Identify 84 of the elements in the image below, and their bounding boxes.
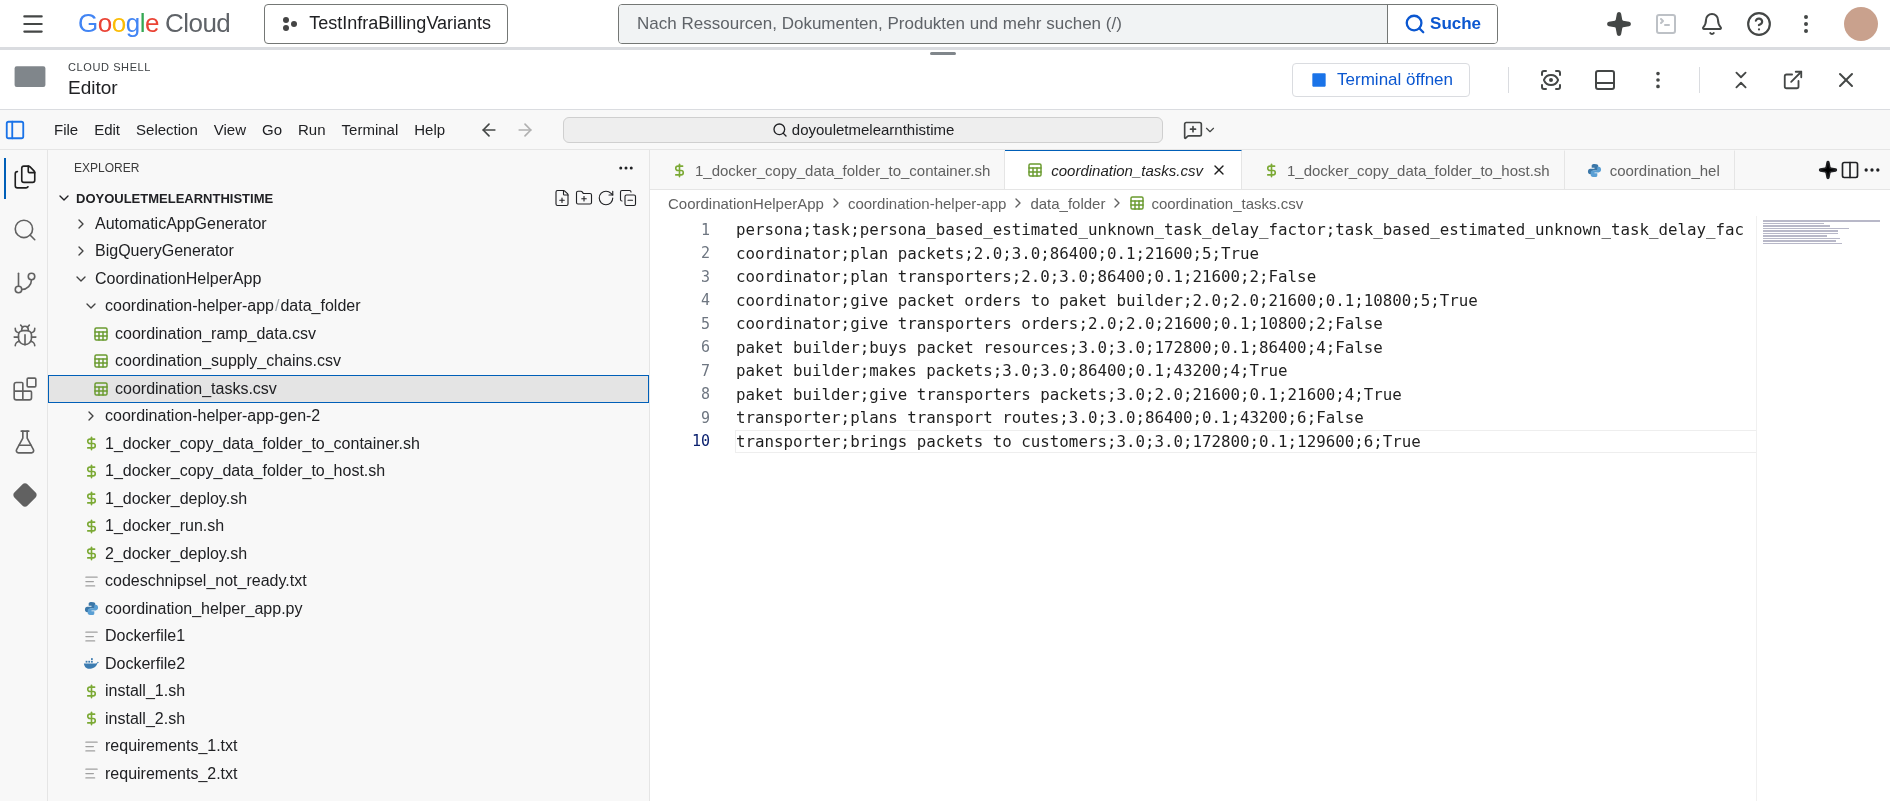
logo: Google Cloud [78,8,231,39]
breadcrumb-item[interactable]: data_folder [1030,194,1106,212]
folder-tree-item[interactable]: AutomaticAppGenerator [48,210,649,238]
code-line: paket builder;buys packet resources;3.0;3.0;172800;0.1;86400;4;False [735,336,1384,359]
breadcrumb-item[interactable]: coordination-helper-app [847,194,1007,212]
menu-item[interactable]: Run [292,117,332,142]
split-icon[interactable] [1840,159,1860,180]
table-icon [1027,162,1044,178]
editor-title: Editor [68,76,119,99]
code-line: paket builder;give transporters packets;3.0;2.0;21600;0.1;21600;4;True [735,383,1403,406]
table-icon [93,353,109,370]
folder-tree-item[interactable]: BigQueryGenerator [48,237,649,265]
lines-icon [83,738,99,754]
tree-item[interactable]: 1_docker_deploy.sh [48,485,649,513]
menu-item[interactable]: File [48,117,85,142]
refresh-icon[interactable] [597,189,615,207]
new-folder-icon[interactable] [575,189,593,207]
lines-icon [83,628,99,644]
tree-item[interactable]: 1_docker_run.sh [48,512,649,540]
command-center[interactable]: doyouletmelearnthistime [563,116,1164,143]
python-icon [1586,162,1602,178]
tree-item[interactable]: codeschnipsel_not_ready.txt [48,567,649,595]
whale-icon [83,656,99,672]
tree-item[interactable]: requirements_2.txt [48,760,649,788]
line-number: 9 [699,408,710,427]
line-number: 3 [699,267,710,286]
menu-item[interactable]: Terminal [335,117,405,142]
code-line: paket builder;makes packets;3.0;3.0;86400;0.1;43200;4;True [735,360,1289,383]
tree-item[interactable]: Dockerfile1 [48,622,649,650]
code-line: coordinator;give packet orders to paket builder;2.0;2.0;21600;0.1;10800;5;True [735,289,1479,312]
menu-item[interactable]: Go [256,117,288,142]
tree-item[interactable]: coordination_helper_app.py [48,595,649,623]
tree-item[interactable]: coordination_ramp_data.csv [48,320,649,348]
breadcrumb-item[interactable]: CoordinationHelperApp [668,194,824,212]
lines-icon [83,766,99,782]
sparkle-icon[interactable] [1818,159,1838,180]
project-picker[interactable]: TestInfraBillingVariants [264,3,509,44]
code-line: coordinator;plan packets;2.0;3.0;86400;0.1;21600;5;True [735,242,1261,265]
section-label: CLOUD SHELL [68,60,151,73]
table-icon [93,325,109,342]
folder-tree-item[interactable]: coordination-helper-app/data_folder [48,292,649,320]
line-number: 8 [699,385,710,404]
tree-item[interactable]: Dockerfile2 [48,650,649,678]
tree-item[interactable]: 2_docker_deploy.sh [48,540,649,568]
line-number: 4 [699,291,710,310]
panel-title: EXPLORER [74,161,140,175]
lines-icon [83,573,99,589]
table-icon [93,380,109,397]
menu-item[interactable]: View [207,117,252,142]
menu-item[interactable]: Selection [130,117,204,142]
tree-item[interactable]: coordination_tasks.csv [48,375,649,403]
sidebar-icon[interactable] [4,118,26,141]
search-icon [771,121,788,138]
folder-tree-item[interactable]: coordination-helper-app-gen-2 [48,402,649,430]
tree-item[interactable]: 1_docker_copy_data_folder_to_container.sh [48,430,649,458]
line-number: 2 [699,244,710,263]
code-line: transporter;brings packets to customers;3.0;3.0;172800;0.1;129600;6;True [735,429,1756,453]
editor-tab[interactable]: coordination_tasks.csv [1005,150,1242,189]
tree-item[interactable]: requirements_1.txt [48,732,649,760]
breadcrumb-item[interactable]: coordination_tasks.csv [1129,194,1304,212]
tree-item[interactable]: install_1.sh [48,677,649,705]
tree-item[interactable]: install_2.sh [48,705,649,733]
menu-item[interactable]: Edit [88,117,127,142]
menu-item[interactable]: Help [408,117,452,142]
python-icon [83,601,99,617]
code-line: coordinator;plan transporters;2.0;3.0;86400;0.1;21600;2;False [735,266,1318,289]
line-number: 1 [699,220,710,239]
open-terminal-button[interactable]: Terminal öffnen [1292,62,1470,97]
code-line: persona;task;persona_based_estimated_unknown_task_delay_factor;task_based_estimated_unknown_task_delay_fac [735,219,1746,242]
new-file-icon[interactable] [553,189,571,207]
tree-item[interactable]: 1_docker_copy_data_folder_to_host.sh [48,457,649,485]
line-number: 6 [699,338,710,357]
folder-tree-item[interactable]: CoordinationHelperApp [48,265,649,293]
dollar-icon [672,162,687,178]
collapse-all-icon[interactable] [619,189,637,207]
code-line: coordinator;give transporters orders;2.0;2.0;21600;0.1;10800;2;False [735,313,1384,336]
code-line: transporter;plans transport routes;3.0;3.0;86400;0.1;43200;6;False [735,407,1365,430]
line-number: 10 [690,432,710,451]
dots-icon [281,15,300,32]
tree-item[interactable]: coordination_supply_chains.csv [48,347,649,375]
line-number: 5 [699,314,710,333]
workspace-header[interactable]: DOYOULETMELEARNTHISTIME [48,186,649,210]
table-icon [1129,195,1146,211]
line-number: 7 [699,361,710,380]
